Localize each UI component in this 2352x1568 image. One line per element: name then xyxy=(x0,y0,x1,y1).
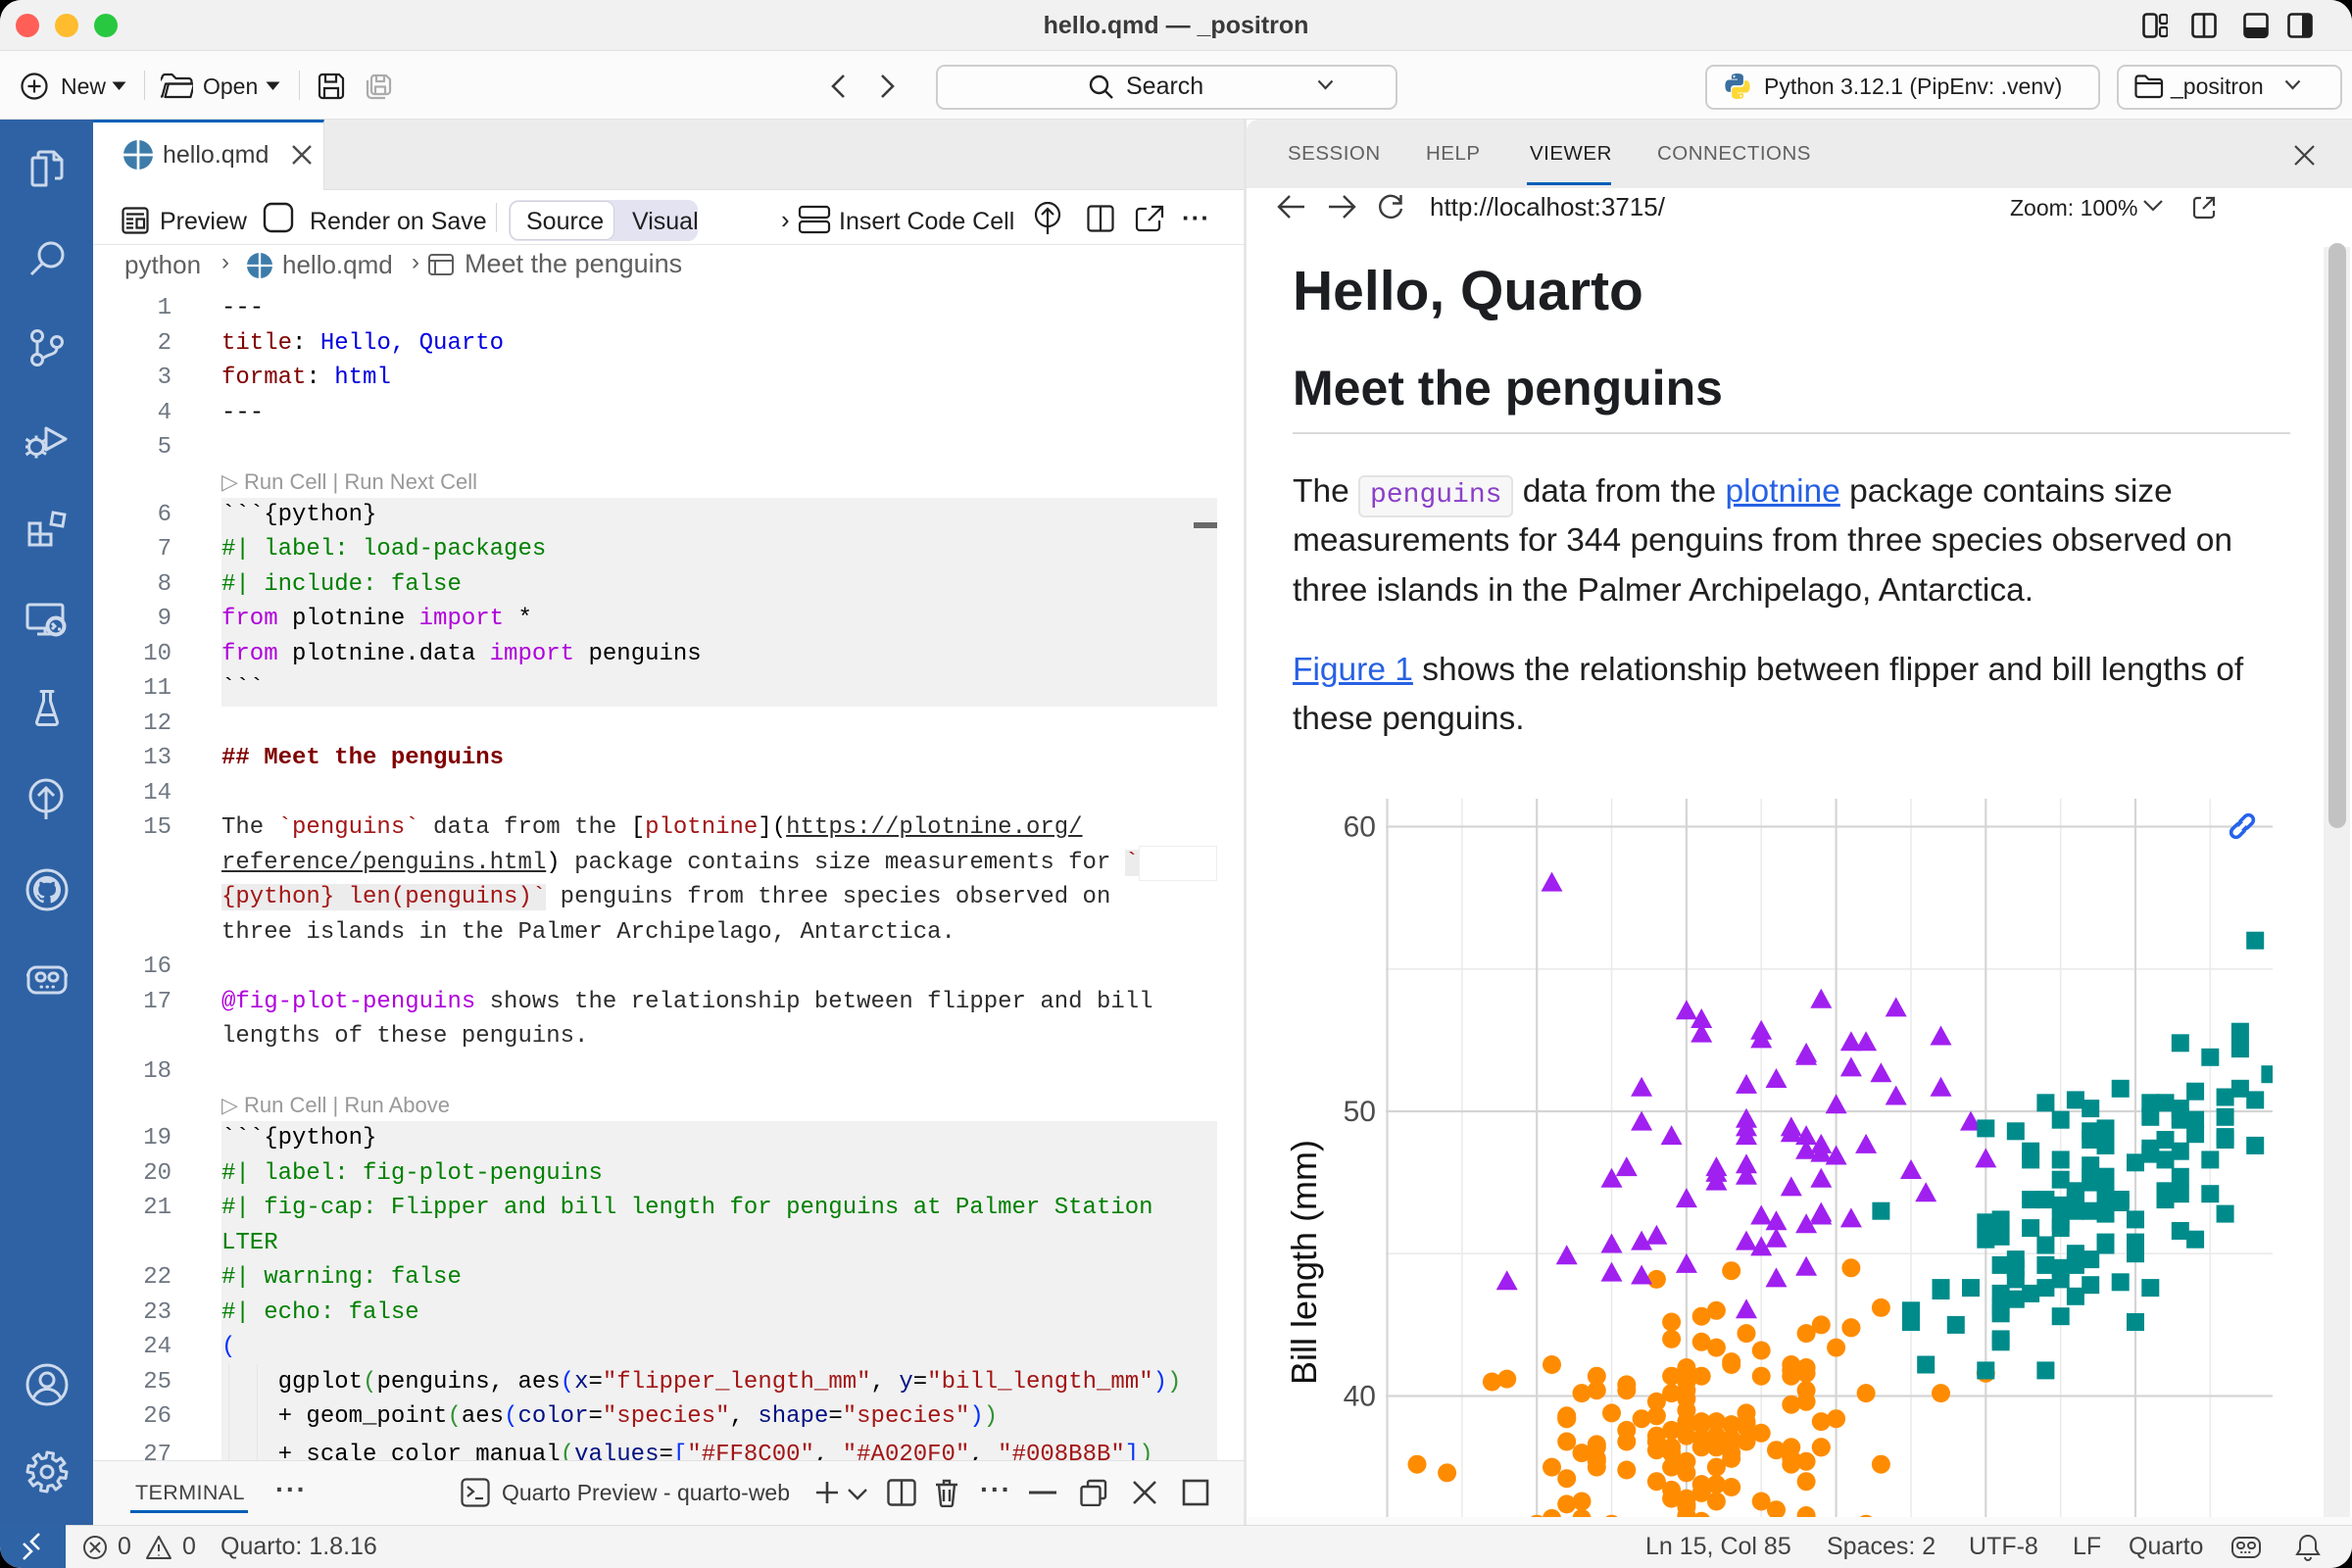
svg-text:50: 50 xyxy=(1344,1096,1376,1128)
svg-text:Bill length (mm): Bill length (mm) xyxy=(1284,1140,1324,1385)
svg-text:60: 60 xyxy=(1344,811,1376,844)
svg-text:40: 40 xyxy=(1344,1381,1376,1413)
